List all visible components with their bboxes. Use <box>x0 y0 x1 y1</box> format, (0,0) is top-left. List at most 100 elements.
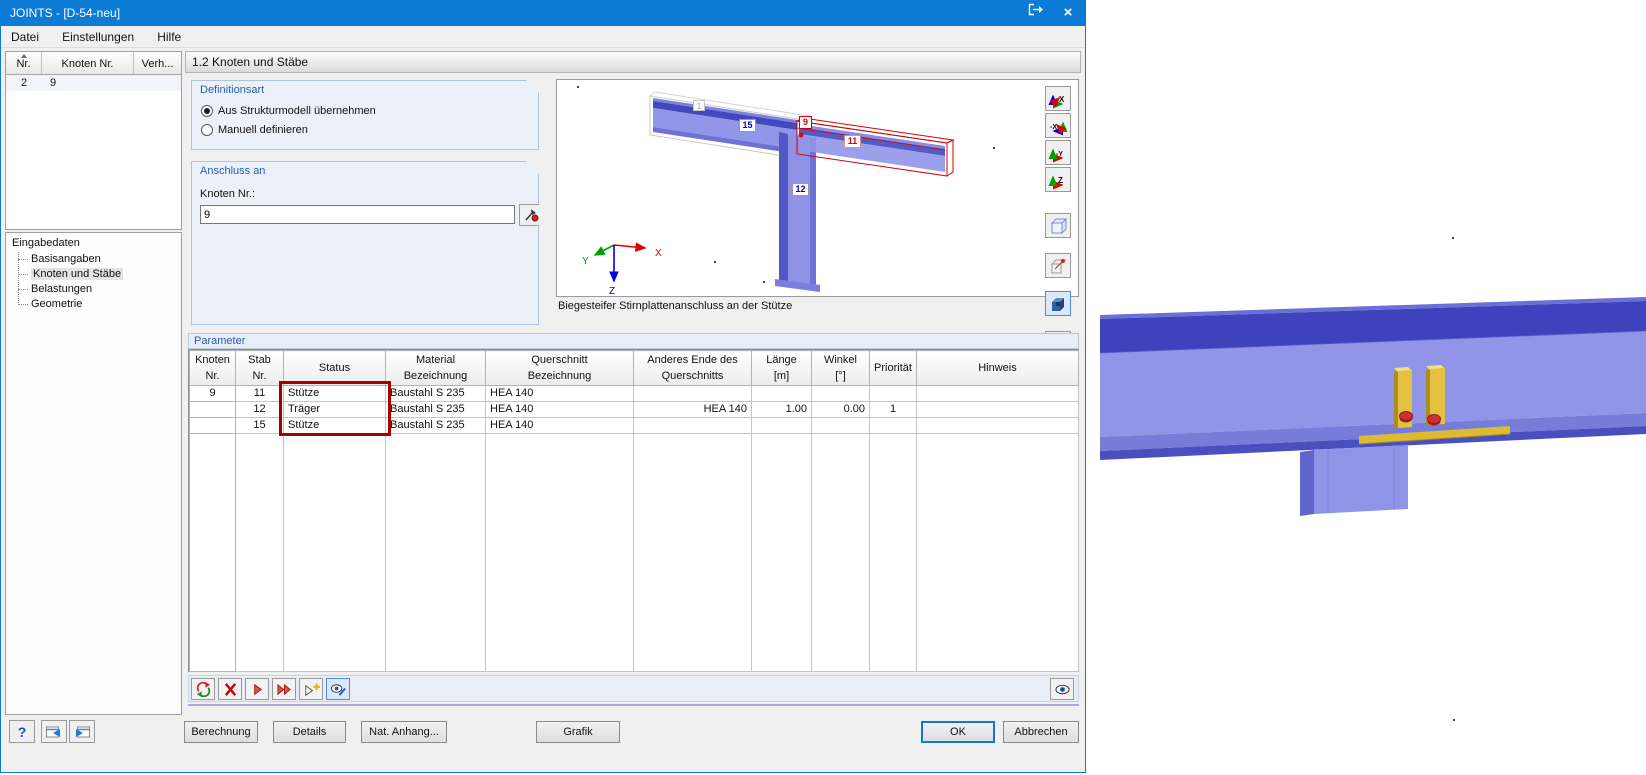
member-label-15: 15 <box>739 119 756 132</box>
header-querschnitt: Querschnitt Bezeichnung <box>485 350 634 386</box>
delete-row-button[interactable] <box>218 678 242 700</box>
definitionsart-title: Definitionsart <box>200 84 265 96</box>
previous-table-icon <box>46 726 60 737</box>
cell-hinweis[interactable] <box>916 385 1079 402</box>
axes-triad <box>593 242 647 283</box>
add-member-button[interactable] <box>299 678 323 700</box>
knoten-nr-input[interactable] <box>200 205 515 224</box>
member-label-12: 12 <box>792 183 809 196</box>
column-header-verh[interactable]: Verh... <box>134 52 181 74</box>
cell-winkel[interactable] <box>811 385 870 402</box>
cell-prioritaet[interactable] <box>869 417 917 434</box>
work-plane-view-button[interactable] <box>1045 253 1071 278</box>
next-table-icon <box>76 726 90 737</box>
pick-node-button[interactable] <box>519 204 543 226</box>
cell-knoten[interactable] <box>189 401 236 418</box>
cell-knoten[interactable]: 9 <box>189 385 236 402</box>
cell-prioritaet[interactable]: 1 <box>869 401 917 418</box>
cell-anderes[interactable]: HEA 140 <box>633 401 752 418</box>
tree-item-basisangaben[interactable]: Basisangaben <box>18 252 178 267</box>
details-button[interactable]: Details <box>273 721 346 743</box>
apply-all-button[interactable] <box>272 678 296 700</box>
joints-window: JOINTS - [D-54-neu] × Datei Einstellunge… <box>0 0 1086 773</box>
frame-model-render: X Y Z <box>577 86 995 297</box>
cell-laenge[interactable]: 1.00 <box>751 401 812 418</box>
view-in-x-button[interactable]: X <box>1045 86 1071 111</box>
svg-text:Z: Z <box>1058 176 1063 185</box>
menu-datei[interactable]: Datei <box>1 26 49 48</box>
edit-visibility-button[interactable] <box>326 678 350 700</box>
cell-hinweis[interactable] <box>916 417 1079 434</box>
cell-querschnitt[interactable]: HEA 140 <box>485 417 634 434</box>
float-window-icon <box>1028 3 1043 16</box>
nat-anhang-button[interactable]: Nat. Anhang... <box>361 721 447 743</box>
column-header-nr[interactable]: Nr. <box>6 52 42 74</box>
joint-detail-render <box>1100 297 1646 516</box>
berechnung-button[interactable]: Berechnung <box>184 721 258 743</box>
grafik-button[interactable]: Grafik <box>536 721 620 743</box>
solid-model-view-button[interactable] <box>1045 291 1071 316</box>
tree-item-knoten-und-staebe[interactable]: Knoten und Stäbe <box>18 267 178 282</box>
tree-root-eingabedaten[interactable]: Eingabedaten <box>12 237 80 249</box>
axis-x-label: X <box>655 248 662 259</box>
close-button[interactable]: × <box>1053 1 1083 26</box>
knoten-nr-label: Knoten Nr.: <box>200 188 256 200</box>
header-laenge: Länge [m] <box>751 350 812 386</box>
jump-next-table-button[interactable] <box>69 720 95 743</box>
construction-dot <box>1452 237 1454 239</box>
cell-material[interactable]: Baustahl S 235 <box>385 401 486 418</box>
show-in-graphic-button[interactable] <box>1050 678 1074 700</box>
node-list-row[interactable]: 2 9 <box>6 75 181 91</box>
view-in-minus-x-button[interactable]: -X <box>1045 113 1071 138</box>
sort-asc-icon <box>20 54 27 58</box>
radio-aus-strukturmodell[interactable] <box>201 105 213 117</box>
table-empty-area <box>189 433 1079 672</box>
node-row-knoten: 9 <box>50 77 57 89</box>
pick-node-icon <box>523 207 539 223</box>
svg-text:X: X <box>1059 95 1065 104</box>
cell-anderes[interactable] <box>633 417 752 434</box>
menu-bar: Datei Einstellungen Hilfe <box>1 26 1085 48</box>
axis-z-label: Z <box>609 286 615 296</box>
column-header-knoten-nr[interactable]: Knoten Nr. <box>42 52 134 74</box>
view-in-minus-y-button[interactable]: -Y <box>1045 140 1071 165</box>
cell-laenge[interactable] <box>751 385 812 402</box>
radio-label-manuell[interactable]: Manuell definieren <box>218 124 308 136</box>
tree-children: Basisangaben Knoten und Stäbe Belastunge… <box>18 252 178 312</box>
cell-stab[interactable]: 11 <box>235 385 284 402</box>
cell-winkel[interactable] <box>811 417 870 434</box>
ok-button[interactable]: OK <box>921 721 995 743</box>
float-window-icon[interactable] <box>1021 1 1051 26</box>
cell-hinweis[interactable] <box>916 401 1079 418</box>
cell-stab[interactable]: 12 <box>235 401 284 418</box>
view-in-z-button[interactable]: Z <box>1045 167 1071 192</box>
menu-einstellungen[interactable]: Einstellungen <box>52 26 144 48</box>
menu-hilfe[interactable]: Hilfe <box>147 26 191 48</box>
viewport-caption: Biegesteifer Stirnplattenanschluss an de… <box>558 300 793 312</box>
radio-manuell-definieren[interactable] <box>201 124 213 136</box>
cell-querschnitt[interactable]: HEA 140 <box>485 401 634 418</box>
construction-dot <box>1453 719 1455 721</box>
cell-prioritaet[interactable] <box>869 385 917 402</box>
jump-previous-table-button[interactable] <box>41 720 67 743</box>
regenerate-button[interactable] <box>191 678 215 700</box>
tree-item-geometrie[interactable]: Geometrie <box>18 297 178 312</box>
help-button[interactable]: ? <box>9 720 35 743</box>
model-viewport[interactable]: X Y Z 1 15 9 11 12 <box>556 79 1079 297</box>
cell-querschnitt[interactable]: HEA 140 <box>485 385 634 402</box>
isometric-view-button[interactable] <box>1045 213 1071 238</box>
cell-anderes[interactable] <box>633 385 752 402</box>
cell-stab[interactable]: 15 <box>235 417 284 434</box>
abbrechen-button[interactable]: Abbrechen <box>1003 721 1079 743</box>
cell-laenge[interactable] <box>751 417 812 434</box>
cell-material[interactable]: Baustahl S 235 <box>385 385 486 402</box>
cell-material[interactable]: Baustahl S 235 <box>385 417 486 434</box>
radio-label-strukturmodell[interactable]: Aus Strukturmodell übernehmen <box>218 105 376 117</box>
header-knoten-nr: Knoten Nr. <box>189 350 236 386</box>
tree-item-belastungen[interactable]: Belastungen <box>18 282 178 297</box>
cell-winkel[interactable]: 0.00 <box>811 401 870 418</box>
window-title: JOINTS - [D-54-neu] <box>10 6 121 20</box>
cell-knoten[interactable] <box>189 417 236 434</box>
apply-row-button[interactable] <box>245 678 269 700</box>
title-bar[interactable]: JOINTS - [D-54-neu] × <box>1 1 1085 26</box>
